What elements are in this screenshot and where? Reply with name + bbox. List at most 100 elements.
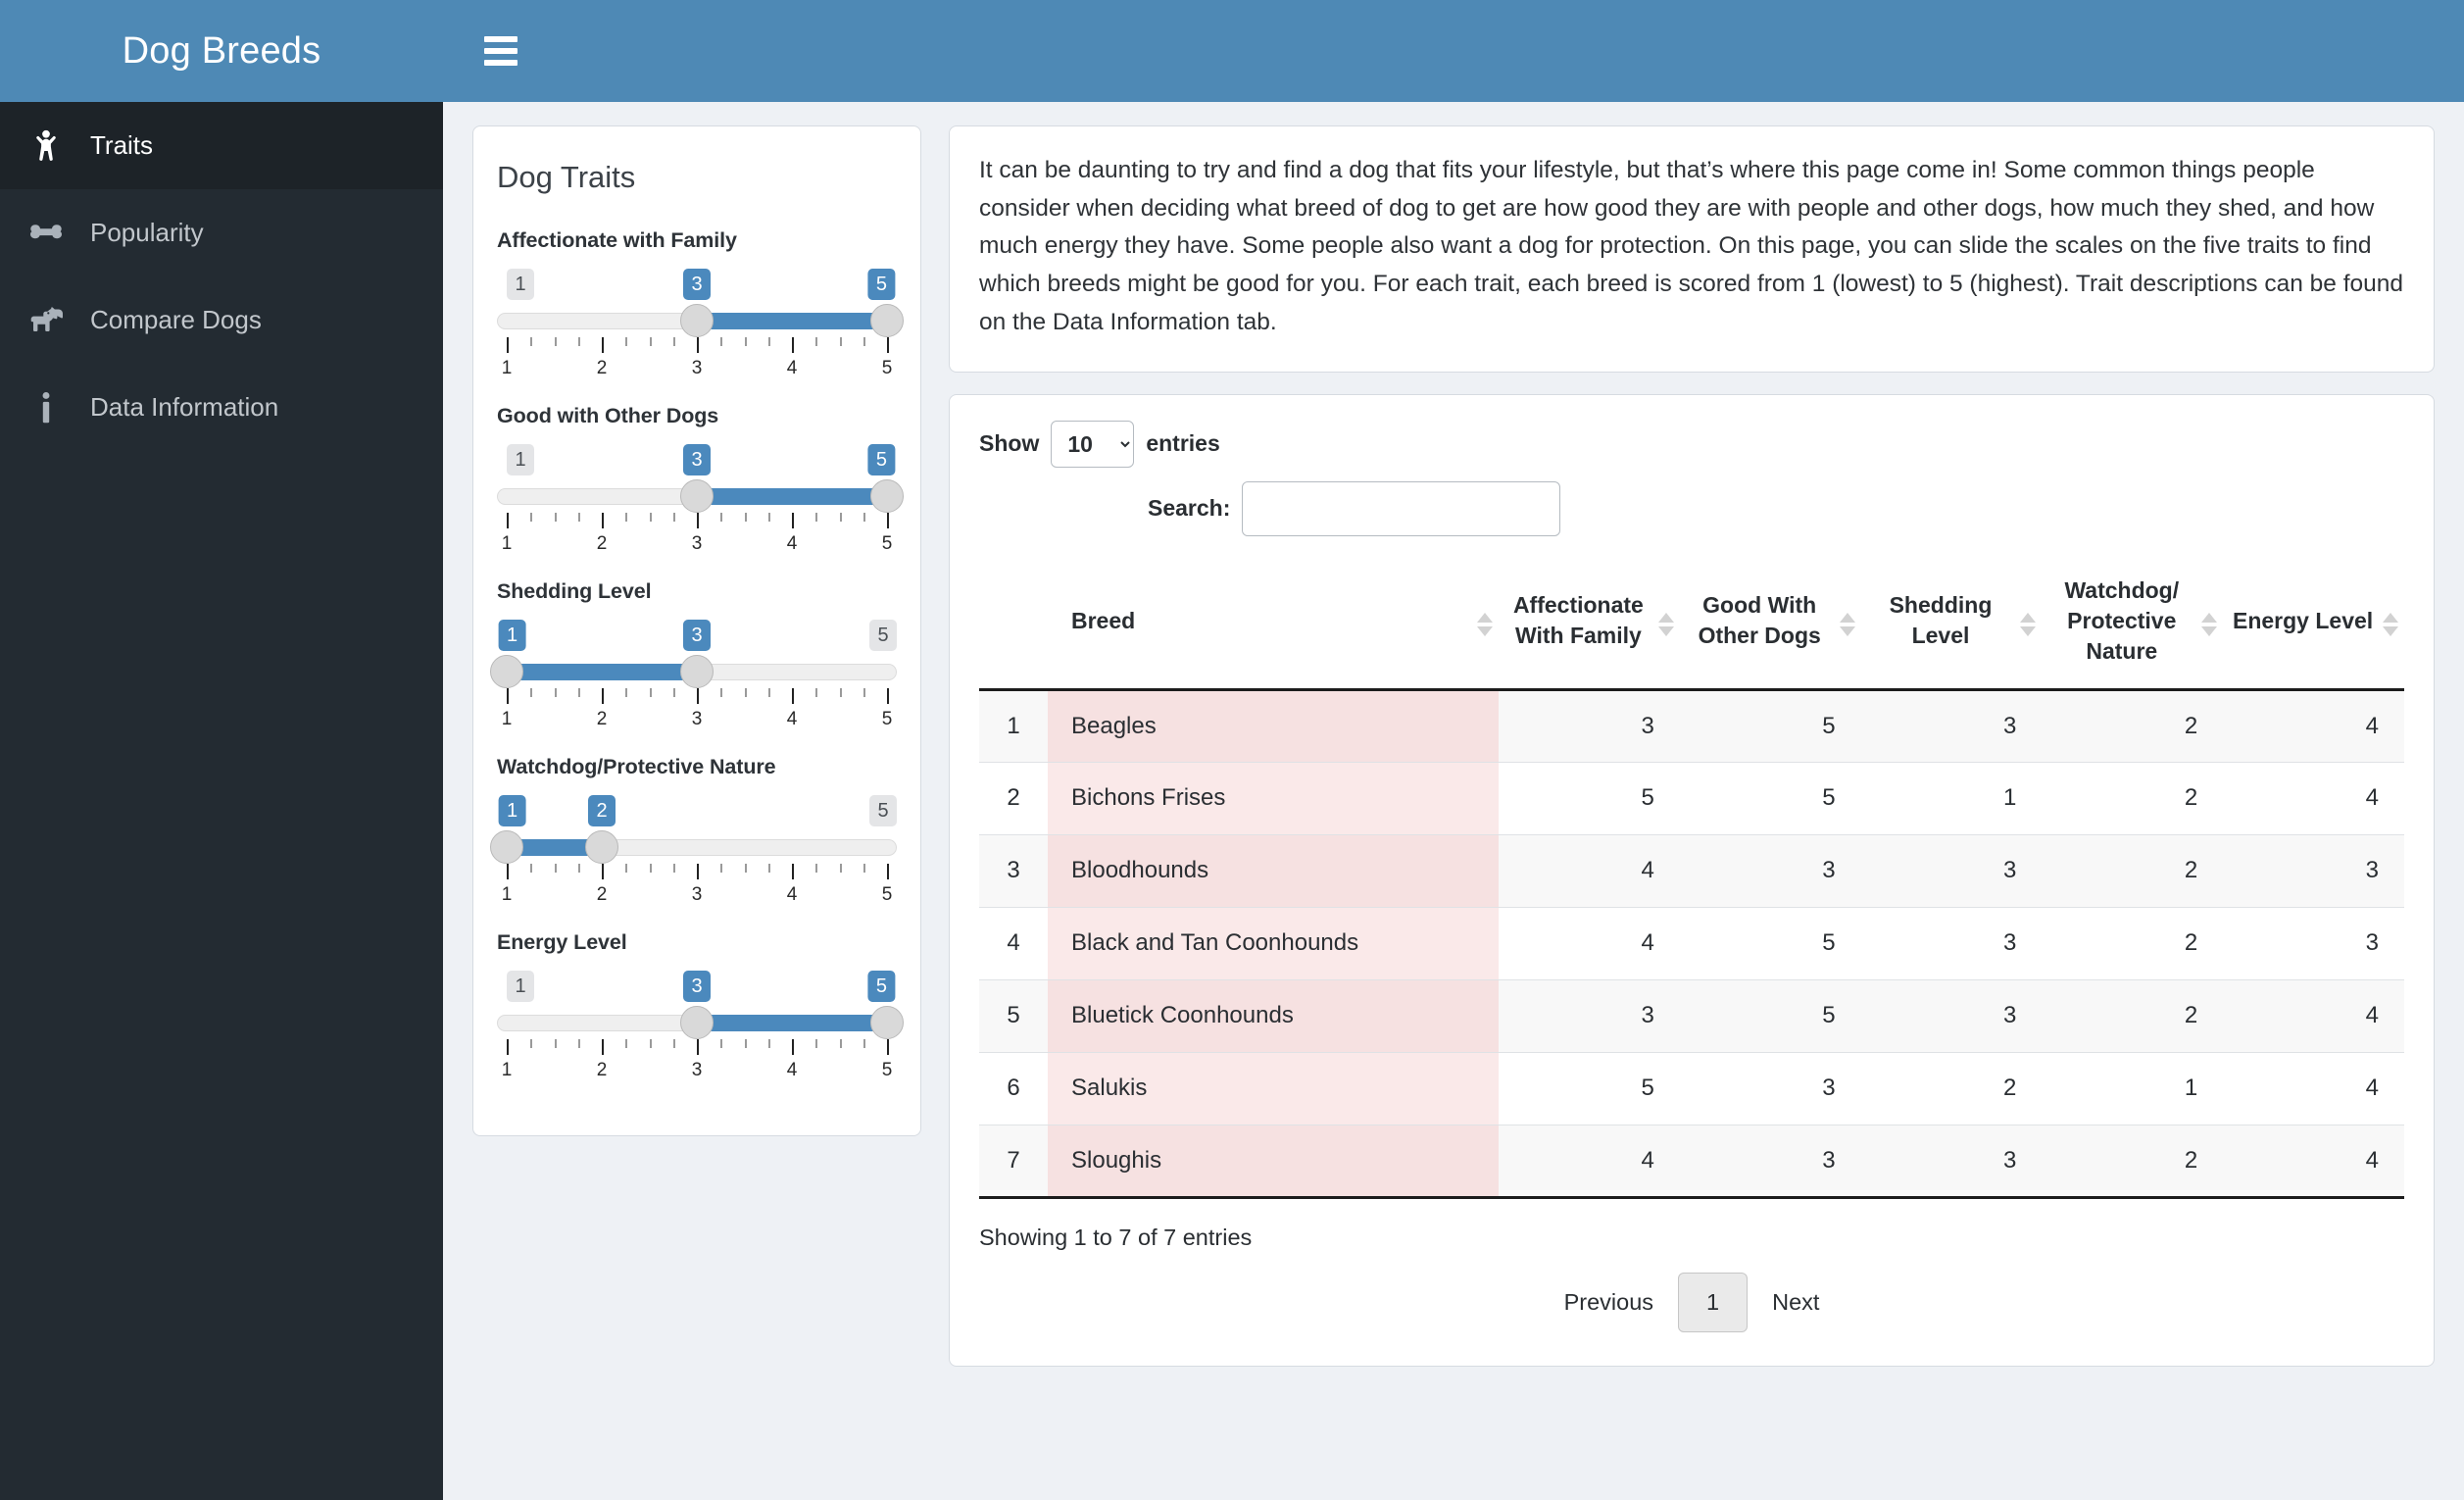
child-icon bbox=[24, 129, 69, 163]
page-1-button[interactable]: 1 bbox=[1678, 1272, 1749, 1332]
table-header-energy[interactable]: Energy Level bbox=[2223, 561, 2404, 691]
sort-arrows-icon[interactable] bbox=[1839, 610, 1855, 639]
slider-low-handle[interactable] bbox=[680, 479, 714, 513]
table-header-shedding[interactable]: Shedding Level bbox=[1860, 561, 2043, 691]
search-input[interactable] bbox=[1242, 480, 1561, 536]
good_other_dogs-cell: 5 bbox=[1679, 689, 1861, 763]
sort-arrows-icon[interactable] bbox=[1477, 610, 1493, 639]
trait-slider-energy-level: Energy Level 1 3 5 1 2 3 4 5 bbox=[497, 930, 904, 1080]
slider-high-bubble: 3 bbox=[683, 620, 711, 651]
slider-low-handle[interactable] bbox=[680, 1006, 714, 1039]
slider-high-handle[interactable] bbox=[680, 655, 714, 688]
sidebar-item-compare-dogs[interactable]: Compare Dogs bbox=[0, 276, 443, 364]
row-index-cell: 3 bbox=[979, 834, 1048, 908]
sidebar-item-data-information[interactable]: Data Information bbox=[0, 364, 443, 451]
slider-tick-label: 3 bbox=[691, 358, 703, 378]
table-header-affectionate[interactable]: Affectionate With Family bbox=[1499, 561, 1680, 691]
slider-tick-minor bbox=[815, 688, 818, 697]
slider-low-handle[interactable] bbox=[490, 655, 523, 688]
affectionate-cell: 5 bbox=[1499, 1052, 1680, 1125]
slider-tick-minor bbox=[625, 864, 628, 873]
next-page-button[interactable]: Next bbox=[1748, 1273, 1844, 1332]
slider-tick-minor bbox=[577, 337, 580, 346]
trait-slider-control[interactable]: 1 2 5 1 2 3 4 5 bbox=[490, 795, 897, 905]
slider-low-handle[interactable] bbox=[490, 830, 523, 864]
slider-tick-major bbox=[697, 864, 699, 879]
slider-range-fill bbox=[697, 313, 887, 329]
slider-tick-major bbox=[792, 688, 794, 704]
table-row[interactable]: 4 Black and Tan Coonhounds 4 5 3 2 3 bbox=[979, 907, 2404, 980]
table-row[interactable]: 3 Bloodhounds 4 3 3 2 3 bbox=[979, 834, 2404, 908]
right-column: It can be daunting to try and find a dog… bbox=[949, 125, 2435, 1367]
entries-per-page-select[interactable]: 102550100 bbox=[1051, 420, 1135, 468]
breed-name-cell: Black and Tan Coonhounds bbox=[1048, 907, 1499, 980]
slider-tick-label: 5 bbox=[881, 358, 893, 378]
slider-tick-labels: 1 2 3 4 5 bbox=[497, 358, 897, 383]
slider-tick-major bbox=[697, 513, 699, 528]
hamburger-icon[interactable] bbox=[484, 30, 517, 72]
trait-slider-control[interactable]: 1 3 5 1 2 3 4 5 bbox=[497, 444, 904, 554]
slider-high-handle[interactable] bbox=[870, 304, 904, 337]
slider-high-handle[interactable] bbox=[870, 479, 904, 513]
slider-tick-minor bbox=[839, 1039, 842, 1048]
slider-tick-minor bbox=[720, 1039, 723, 1048]
table-header-label: Energy Level bbox=[2233, 607, 2374, 633]
table-row[interactable]: 7 Sloughis 4 3 3 2 4 bbox=[979, 1125, 2404, 1199]
previous-page-button[interactable]: Previous bbox=[1540, 1273, 1678, 1332]
slider-low-bubble: 3 bbox=[683, 971, 711, 1002]
sort-arrows-icon[interactable] bbox=[1657, 610, 1674, 639]
table-header-label: Shedding Level bbox=[1889, 592, 1993, 649]
slider-high-bubble: 5 bbox=[867, 444, 896, 475]
trait-slider-label: Affectionate with Family bbox=[497, 228, 737, 252]
slider-tick-major bbox=[602, 337, 604, 353]
sidebar-item-traits[interactable]: Traits bbox=[0, 102, 443, 189]
slider-min-bubble: 1 bbox=[507, 444, 534, 475]
slider-track-row[interactable] bbox=[497, 304, 904, 337]
trait-slider-control[interactable]: 1 3 5 1 2 3 4 5 bbox=[490, 620, 897, 729]
table-header-good_other_dogs[interactable]: Good With Other Dogs bbox=[1679, 561, 1861, 691]
slider-tick-minor bbox=[577, 1039, 580, 1048]
slider-high-handle[interactable] bbox=[585, 830, 618, 864]
trait-slider-control[interactable]: 1 3 5 1 2 3 4 5 bbox=[497, 971, 904, 1080]
table-row[interactable]: 2 Bichons Frises 5 5 1 2 4 bbox=[979, 762, 2404, 835]
table-row[interactable]: 6 Salukis 5 3 2 1 4 bbox=[979, 1052, 2404, 1125]
slider-track-row[interactable] bbox=[490, 655, 897, 688]
good_other_dogs-cell: 3 bbox=[1679, 834, 1861, 908]
app-root: Dog Breeds Traits Popularity Compare Dogs D… bbox=[0, 0, 2464, 1500]
sort-arrows-icon[interactable] bbox=[2201, 610, 2218, 639]
slider-tick-label: 4 bbox=[786, 884, 798, 905]
table-header-watchdog[interactable]: Watchdog/ Protective Nature bbox=[2042, 561, 2224, 691]
slider-tick-minor bbox=[577, 513, 580, 522]
slider-range-fill bbox=[507, 664, 697, 680]
slider-track-row[interactable] bbox=[490, 830, 897, 864]
row-index-cell: 6 bbox=[979, 1052, 1048, 1125]
trait-slider-control[interactable]: 1 3 5 1 2 3 4 5 bbox=[497, 269, 904, 378]
slider-tick-labels: 1 2 3 4 5 bbox=[497, 709, 897, 734]
shedding-cell: 3 bbox=[1860, 907, 2043, 980]
table-row[interactable]: 5 Bluetick Coonhounds 3 5 3 2 4 bbox=[979, 979, 2404, 1053]
slider-tick-label: 1 bbox=[501, 884, 513, 905]
slider-track-row[interactable] bbox=[497, 1006, 904, 1039]
shedding-cell: 1 bbox=[1860, 762, 2043, 835]
slider-track-row[interactable] bbox=[497, 479, 904, 513]
table-header-breed[interactable]: Breed bbox=[1048, 561, 1499, 691]
slider-high-handle[interactable] bbox=[870, 1006, 904, 1039]
slider-low-handle[interactable] bbox=[680, 304, 714, 337]
slider-tick-minor bbox=[530, 688, 533, 697]
pagination: Previous 1 Next bbox=[979, 1272, 2404, 1332]
watchdog-cell: 2 bbox=[2042, 979, 2224, 1053]
affectionate-cell: 5 bbox=[1499, 762, 1680, 835]
slider-tick-minor bbox=[672, 337, 675, 346]
good_other_dogs-cell: 5 bbox=[1679, 979, 1861, 1053]
sort-arrows-icon[interactable] bbox=[2383, 610, 2398, 639]
slider-tick-minor bbox=[649, 688, 652, 697]
sort-arrows-icon[interactable] bbox=[2020, 610, 2037, 639]
sidebar-item-popularity[interactable]: Popularity bbox=[0, 189, 443, 276]
search-label: Search: bbox=[1148, 495, 1231, 522]
slider-tick-major bbox=[602, 688, 604, 704]
table-row[interactable]: 1 Beagles 3 5 3 2 4 bbox=[979, 689, 2404, 763]
slider-tick-major bbox=[507, 864, 509, 879]
slider-min-bubble: 1 bbox=[507, 971, 534, 1002]
sidebar: Dog Breeds Traits Popularity Compare Dogs D… bbox=[0, 0, 443, 1500]
slider-tick-minor bbox=[744, 337, 747, 346]
